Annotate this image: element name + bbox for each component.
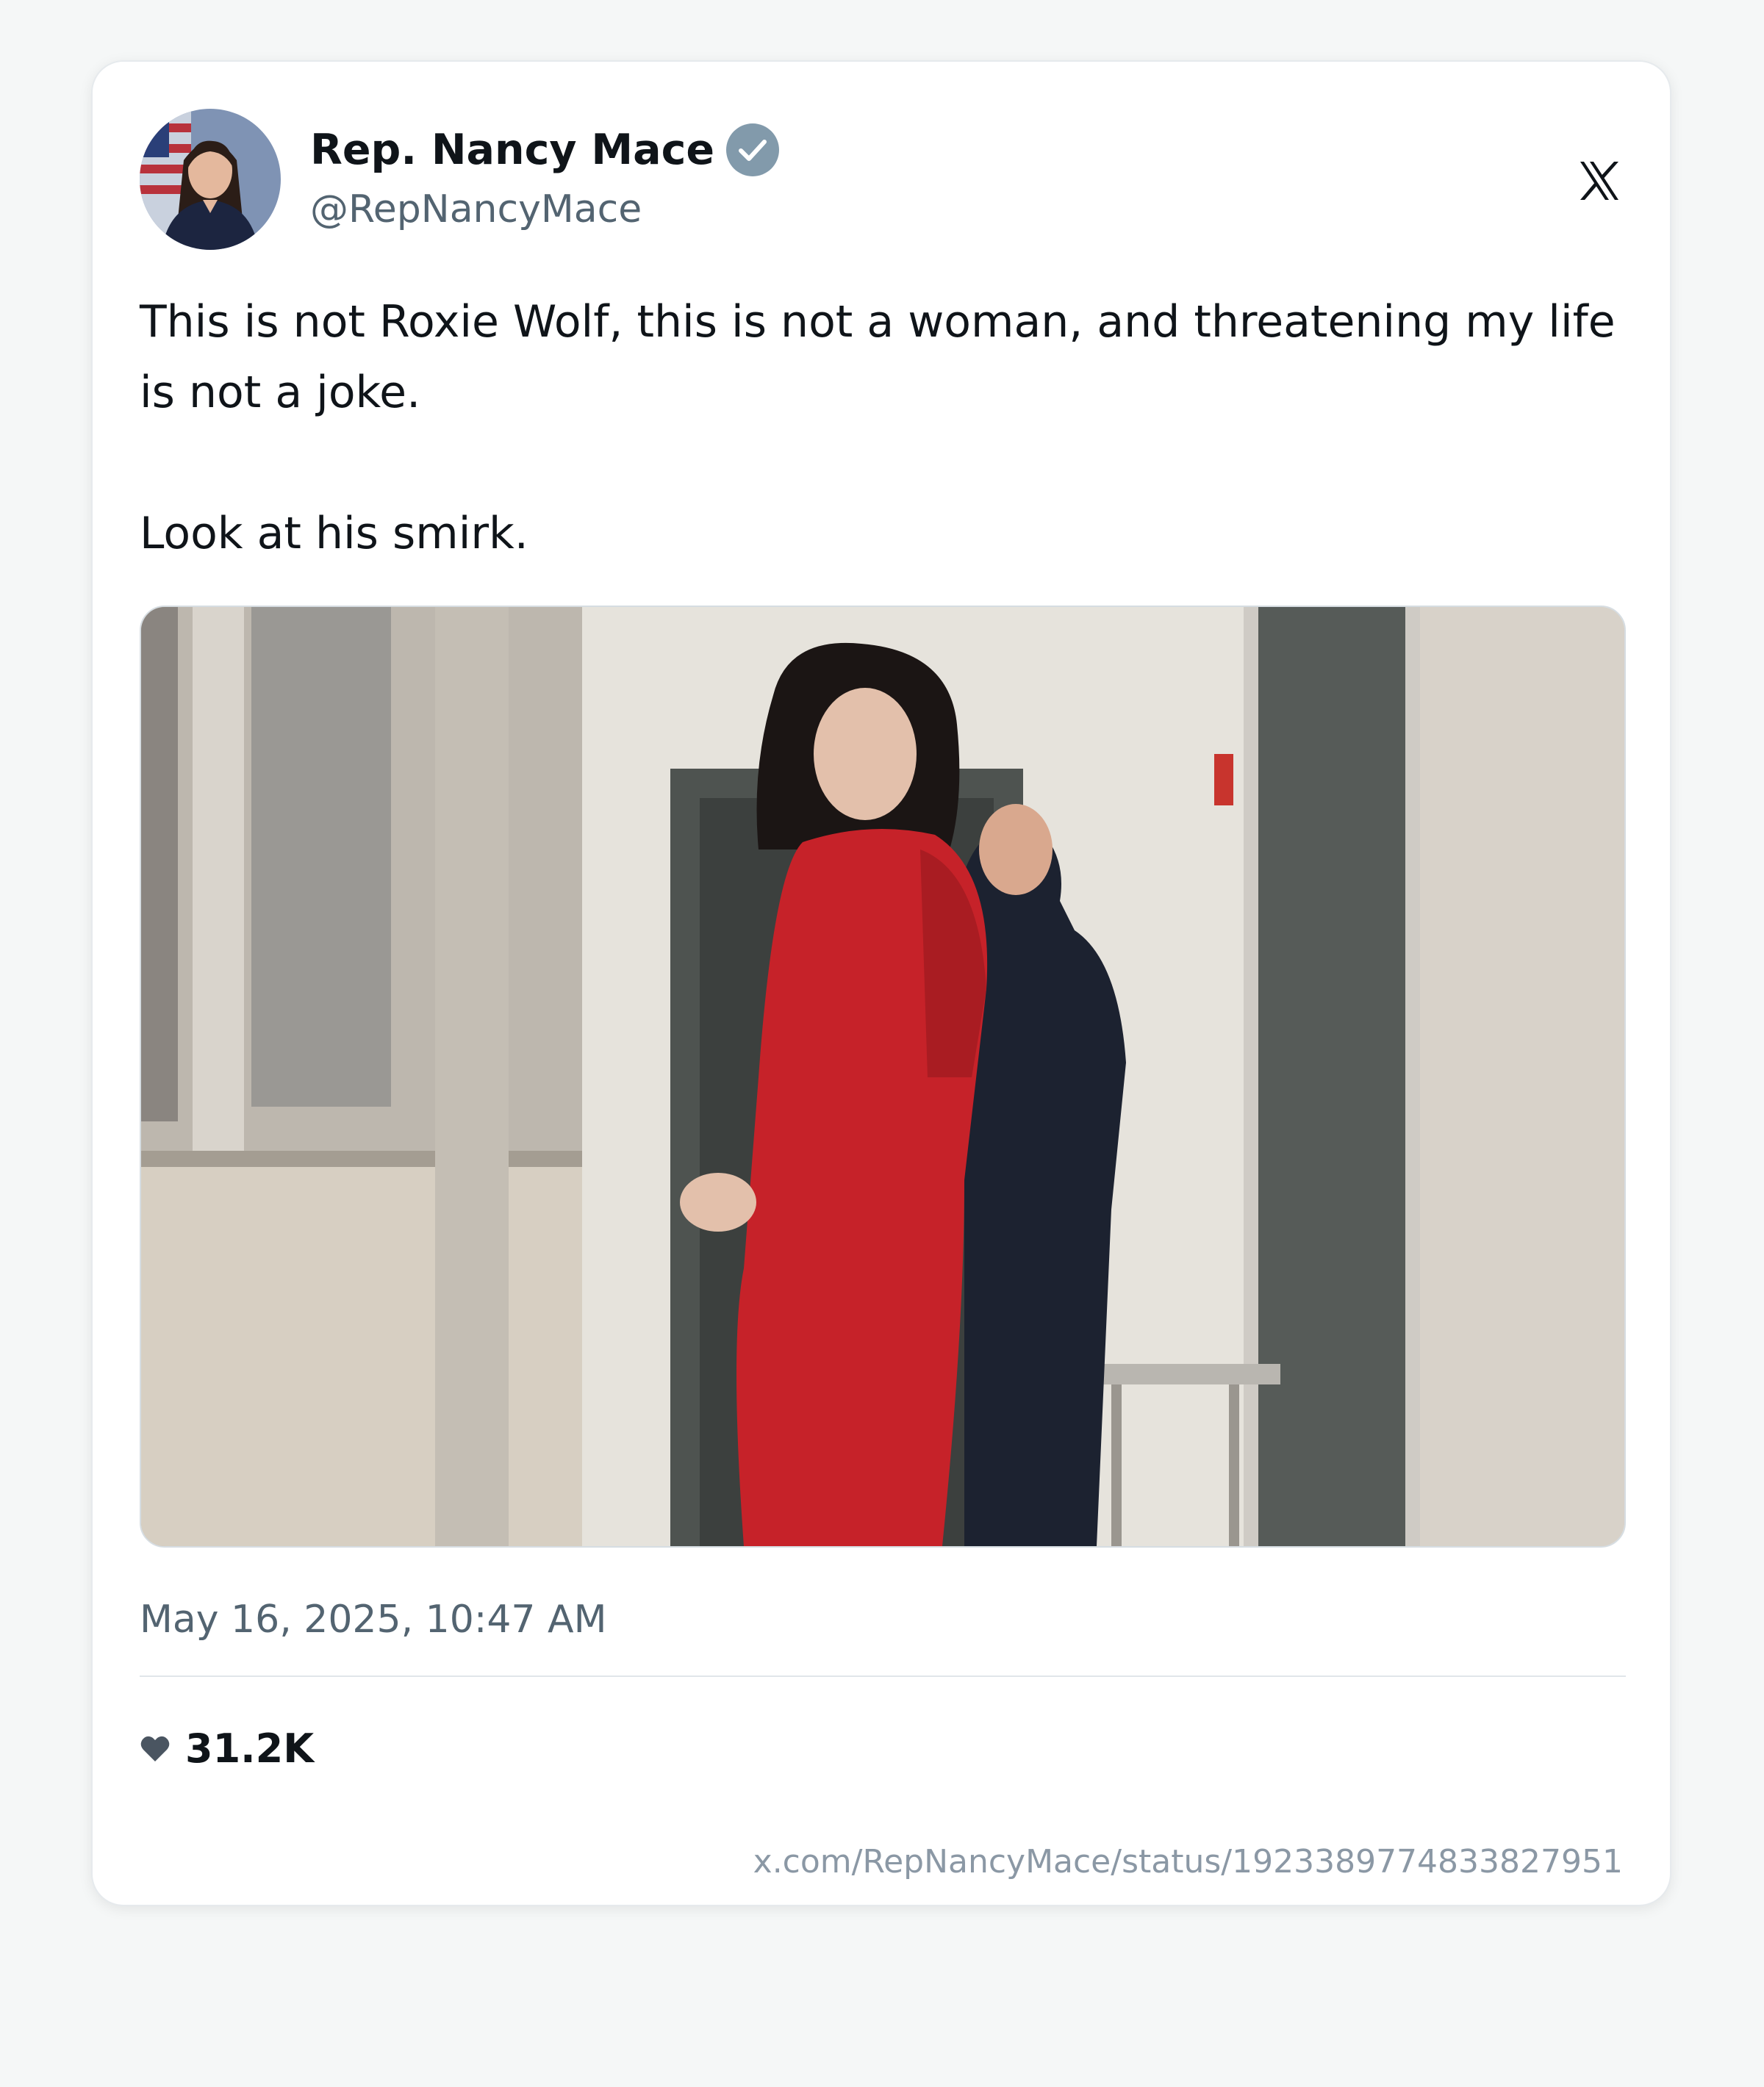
- heart-icon: [140, 1736, 170, 1761]
- tweet-text: This is not Roxie Wolf, this is not a wo…: [140, 287, 1632, 569]
- like-stat[interactable]: 31.2K: [140, 1724, 314, 1774]
- author-name-row: Rep. Nancy Mace: [310, 123, 780, 176]
- verified-badge-icon: [726, 123, 780, 176]
- x-logo-icon[interactable]: [1577, 159, 1621, 203]
- tweet-media-photo[interactable]: [140, 606, 1626, 1548]
- tweet-card: Rep. Nancy Mace @RepNancyMace This is no…: [91, 60, 1671, 1906]
- author-avatar[interactable]: [140, 109, 281, 250]
- like-count: 31.2K: [185, 1725, 315, 1772]
- tweet-text-paragraph-1: This is not Roxie Wolf, this is not a wo…: [140, 296, 1616, 418]
- avatar-photo-icon: [140, 109, 281, 250]
- divider: [140, 1675, 1626, 1677]
- author-handle[interactable]: @RepNancyMace: [310, 185, 642, 234]
- photo-icon: [141, 607, 1624, 1546]
- tweet-url[interactable]: x.com/RepNancyMace/status/19233897748338…: [753, 1842, 1623, 1883]
- author-display-name[interactable]: Rep. Nancy Mace: [310, 123, 714, 176]
- tweet-timestamp[interactable]: May 16, 2025, 10:47 AM: [140, 1595, 606, 1645]
- tweet-text-paragraph-2: Look at his smirk.: [140, 508, 528, 559]
